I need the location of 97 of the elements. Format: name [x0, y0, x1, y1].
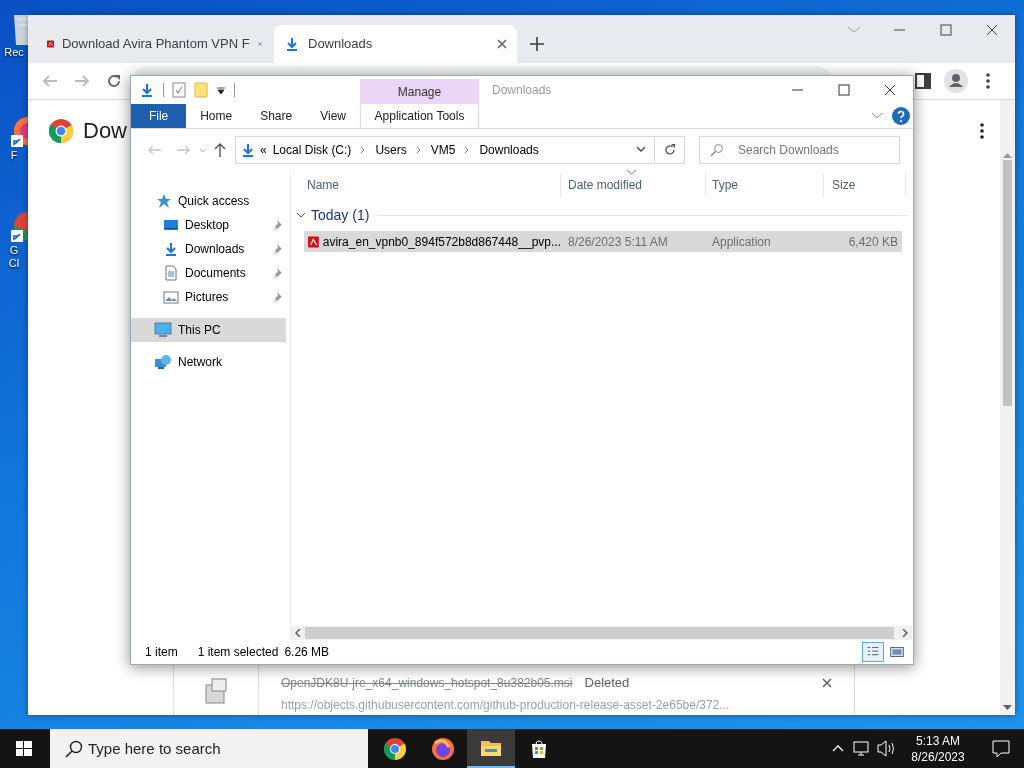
nav-item[interactable]: Pictures — [131, 285, 286, 309]
pin-icon[interactable] — [271, 243, 283, 255]
download-icon — [284, 36, 300, 52]
scrollbar[interactable] — [291, 626, 912, 640]
status-text: 1 item — [145, 644, 178, 661]
file-name: avira_en_vpnb0_894f572b8d867448__pvp... — [322, 233, 561, 251]
pin-icon[interactable] — [271, 267, 283, 279]
column-header[interactable]: Date modified — [561, 173, 706, 197]
scroll-left-icon — [295, 629, 301, 637]
details-view-icon[interactable] — [862, 642, 884, 662]
group-header[interactable]: Today (1) — [311, 204, 370, 226]
size-cell-text: 6,420 KB — [847, 233, 899, 251]
date-cell-text: 8/26/2023 5:11 AM — [567, 233, 669, 251]
ribbon-tab[interactable]: Application Tools — [360, 104, 479, 128]
nav-item[interactable]: Desktop — [131, 213, 286, 237]
scroll-right-icon — [902, 629, 908, 637]
scrollbar[interactable] — [1000, 100, 1015, 715]
column-header[interactable]: Size — [824, 173, 906, 197]
tab-title: Download Avira Phantom VPN F — [62, 35, 250, 54]
download-icon — [163, 241, 179, 257]
scroll-up-icon — [1003, 152, 1012, 158]
search-icon — [65, 740, 83, 758]
collapse-ribbon-icon[interactable] — [871, 112, 883, 120]
pin-icon[interactable] — [271, 219, 283, 231]
chevron-down-icon[interactable] — [296, 210, 306, 220]
column-header[interactable]: Name — [291, 173, 561, 197]
address-bar[interactable]: « Local Disk (C:) Users VM5 Downloads — [235, 136, 655, 164]
status-text: 1 item selected — [197, 644, 279, 661]
new-tab-icon[interactable] — [530, 37, 544, 51]
chevron-right-icon — [360, 146, 367, 154]
nav-item[interactable]: This PC — [131, 318, 286, 342]
chrome-logo-icon — [49, 118, 73, 143]
dropdown-icon[interactable] — [216, 85, 226, 95]
icon-label: Rec — [4, 46, 24, 59]
picture-icon — [163, 289, 179, 305]
scrollbar-thumb[interactable] — [1003, 160, 1012, 406]
sort-caret-icon — [627, 170, 636, 175]
ribbon-tab[interactable]: Home — [186, 104, 247, 128]
star-icon — [156, 193, 172, 209]
breadcrumb-overflow[interactable]: « — [260, 141, 267, 159]
menu-icon[interactable] — [986, 73, 990, 89]
close-icon[interactable] — [822, 677, 832, 688]
search-field[interactable]: Search Downloads — [699, 136, 900, 164]
nav-item[interactable]: Downloads — [131, 237, 286, 261]
icon-label: Cl — [8, 257, 20, 270]
breadcrumb-item[interactable]: Downloads — [479, 141, 539, 159]
contextual-tab-header: Manage — [360, 79, 479, 104]
refresh-icon — [662, 143, 677, 157]
clock[interactable]: 5:13 AM 8/26/2023 — [898, 729, 978, 768]
ribbon-tab[interactable]: View — [306, 104, 360, 128]
type-cell-text: Application — [711, 233, 772, 251]
computer-icon — [154, 322, 172, 338]
status-text: 6.26 MB — [284, 644, 330, 661]
chevron-right-icon — [464, 146, 471, 154]
icon-label: G — [9, 244, 19, 257]
browser-tab[interactable]: Downloads — [274, 25, 517, 63]
page-title: Dow — [83, 117, 127, 145]
refresh-button[interactable] — [655, 136, 685, 164]
properties-icon[interactable] — [172, 82, 186, 98]
nav-item[interactable]: Documents — [131, 261, 286, 285]
nav-item[interactable]: Quick access — [131, 189, 286, 213]
breadcrumb-item[interactable]: Local Disk (C:) — [272, 141, 352, 159]
tab-title: Downloads — [308, 35, 373, 54]
more-options-icon[interactable] — [980, 122, 984, 139]
search-icon — [710, 143, 724, 157]
ribbon-tab[interactable]: Share — [246, 104, 307, 128]
network-icon — [154, 354, 172, 370]
window-title: Downloads — [492, 82, 552, 99]
column-header[interactable]: Type — [706, 173, 824, 197]
sidebar-icon[interactable] — [915, 73, 931, 89]
help-icon[interactable] — [892, 107, 910, 125]
reload-icon[interactable] — [106, 73, 122, 89]
desktop-icon — [163, 217, 179, 233]
download-icon[interactable] — [139, 82, 155, 98]
scroll-down-icon — [1003, 705, 1012, 711]
ribbon-tab[interactable]: File — [131, 104, 187, 128]
profile-icon[interactable] — [944, 69, 968, 93]
download-icon — [240, 142, 256, 158]
taskbar-search-field[interactable]: Type here to search — [50, 729, 368, 768]
document-icon — [163, 265, 179, 281]
chrome-icon — [383, 736, 407, 761]
taskbar-button[interactable] — [467, 729, 515, 768]
nav-item[interactable]: Network — [131, 350, 286, 374]
dropdown-icon[interactable] — [636, 146, 646, 154]
close-icon[interactable] — [497, 39, 507, 49]
installer-icon — [204, 677, 228, 705]
icon-label: F — [10, 149, 18, 162]
chevron-right-icon — [415, 146, 422, 154]
file-name: OpenJDK8U-jre_x64_windows_hotspot_8u382b05.msi — [281, 674, 573, 692]
browser-tab[interactable]: Download Avira Phantom VPN F — [37, 25, 272, 63]
firefox-icon — [431, 736, 455, 761]
file-row[interactable]: avira_en_vpnb0_894f572b8d867448__pvp... 8/26/2023 5:11 AM Application 6,420 KB — [304, 231, 902, 252]
breadcrumb-item[interactable]: VM5 — [430, 141, 456, 159]
scrollbar-thumb[interactable] — [305, 627, 894, 639]
breadcrumb-item[interactable]: Users — [375, 141, 407, 159]
pin-icon[interactable] — [271, 291, 283, 303]
download-status: Deleted — [584, 674, 630, 692]
